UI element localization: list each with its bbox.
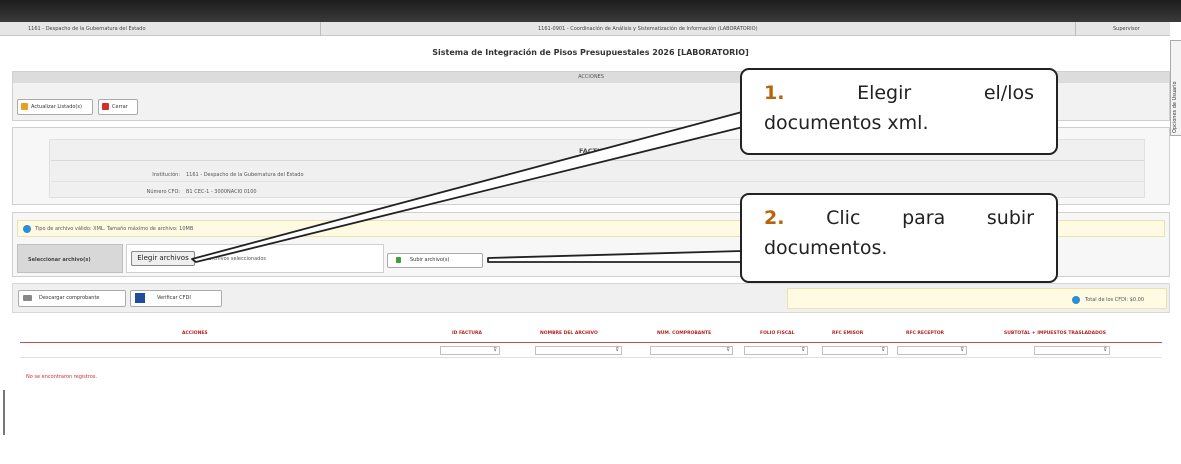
verify-cfdi-label: Verificar CFDI: [157, 295, 191, 301]
upload-files-button[interactable]: Subir archivo(s): [387, 253, 483, 268]
header-underline: [20, 342, 1162, 343]
page-title: Sistema de Integración de Pisos Presupue…: [432, 48, 749, 57]
divider: [20, 357, 1162, 358]
close-label: Cerrar: [112, 104, 128, 110]
upload-files-label: Subir archivo(s): [410, 257, 450, 263]
callout-1-text-1: Elegir el/los: [857, 82, 1034, 104]
callout-2-number: 2.: [764, 207, 785, 229]
filter-icon: ⊽: [726, 347, 730, 353]
filter-icon: ⊽: [801, 347, 805, 353]
callout-1-line-1: 1. Elegir el/los: [764, 78, 1034, 108]
upload-icon: [396, 256, 401, 263]
download-receipt-label: Descargar comprobante: [39, 295, 100, 301]
print-icon: [23, 294, 32, 301]
close-button[interactable]: Cerrar: [98, 99, 138, 115]
total-box: Total de los CFDI: $0.00: [787, 288, 1167, 309]
empty-message: No se encontraron registros.: [26, 374, 98, 380]
window-top-bar: [0, 0, 1181, 22]
filter-icon: ⊽: [1103, 347, 1107, 353]
left-scroll-indicator[interactable]: [3, 390, 5, 435]
user-options-label: Opciones de Usuario: [1172, 81, 1178, 133]
institucion-value: 1161 - Despacho de la Gubernatura del Es…: [186, 172, 304, 178]
select-files-label-box: Seleccionar archivo(s): [17, 244, 123, 273]
filter-nombre-archivo[interactable]: ⊽: [535, 346, 622, 355]
divider: [51, 160, 1145, 161]
no-files-text: Sin archivos seleccionados: [199, 256, 267, 262]
col-subtotal[interactable]: SUBTOTAL + IMPUESTOS TRASLADADOS: [1004, 331, 1106, 336]
header-divider: [1075, 22, 1076, 36]
department-text: 1161-0901 - Coordinación de Análisis y S…: [538, 26, 758, 32]
filter-subtotal[interactable]: ⊽: [1034, 346, 1110, 355]
callout-1-number: 1.: [764, 82, 785, 104]
file-input[interactable]: Elegir archivos Sin archivos seleccionad…: [126, 244, 384, 273]
header-divider: [320, 22, 321, 36]
header-strip: 1161 - Despacho de la Gubernatura del Es…: [0, 22, 1170, 36]
callout-2-line-1: 2. Clic para subir: [764, 203, 1034, 233]
select-files-label: Seleccionar archivo(s): [28, 257, 91, 263]
invoices-table: ACCIONES ID FACTURA NOMBRE DEL ARCHIVO N…: [12, 318, 1170, 464]
col-acciones[interactable]: ACCIONES: [182, 331, 208, 336]
institution-text: 1161 - Despacho de la Gubernatura del Es…: [28, 26, 146, 32]
filter-icon: ⊽: [615, 347, 619, 353]
download-receipt-button[interactable]: Descargar comprobante: [18, 290, 126, 307]
info-icon: [1072, 296, 1080, 304]
col-id-factura[interactable]: ID FACTURA: [452, 331, 482, 336]
filter-num-comprobante[interactable]: ⊽: [650, 346, 733, 355]
callout-step-1: 1. Elegir el/los documentos xml.: [740, 68, 1058, 155]
update-list-label: Actualizar Listado(s): [31, 104, 82, 110]
user-text[interactable]: Supervisor: [1113, 26, 1140, 32]
filter-icon: ⊽: [881, 347, 885, 353]
filter-folio-fiscal[interactable]: ⊽: [744, 346, 808, 355]
callout-2-text-1: Clic para subir: [826, 207, 1034, 229]
divider: [51, 181, 1145, 182]
close-icon: [102, 103, 109, 110]
numero-label: Número CFO:: [146, 189, 180, 195]
update-list-button[interactable]: Actualizar Listado(s): [17, 99, 93, 115]
callout-2-line-2: documentos.: [764, 237, 888, 259]
info-text: Tipo de archivo válido: XML. Tamaño máxi…: [35, 226, 194, 232]
col-num-comprobante[interactable]: NÚM. COMPROBANTE: [657, 331, 711, 336]
col-nombre-archivo[interactable]: NOMBRE DEL ARCHIVO: [540, 331, 598, 336]
col-rfc-emisor[interactable]: RFC EMISOR: [832, 331, 863, 336]
choose-files-button[interactable]: Elegir archivos: [131, 251, 195, 266]
callout-1-line-2: documentos xml.: [764, 112, 929, 134]
numero-value: B1 CEC-1 - 3000NACI0 0100: [186, 189, 257, 195]
info-icon: [23, 225, 31, 233]
filter-icon: ⊽: [960, 347, 964, 353]
callout-step-2: 2. Clic para subir documentos.: [740, 193, 1058, 283]
institucion-label: Institución:: [152, 172, 180, 178]
col-folio-fiscal[interactable]: FOLIO FISCAL: [760, 331, 794, 336]
verify-cfdi-button[interactable]: Verificar CFDI: [130, 290, 222, 307]
filter-id-factura[interactable]: ⊽: [440, 346, 500, 355]
refresh-icon: [21, 103, 28, 110]
filter-icon: ⊽: [493, 347, 497, 353]
filter-rfc-receptor[interactable]: ⊽: [897, 346, 967, 355]
qr-icon: [135, 292, 145, 303]
col-rfc-receptor[interactable]: RFC RECEPTOR: [906, 331, 944, 336]
total-text: Total de los CFDI: $0.00: [1085, 297, 1145, 303]
toolbar: Descargar comprobante Verificar CFDI Tot…: [12, 283, 1170, 313]
filter-rfc-emisor[interactable]: ⊽: [822, 346, 888, 355]
